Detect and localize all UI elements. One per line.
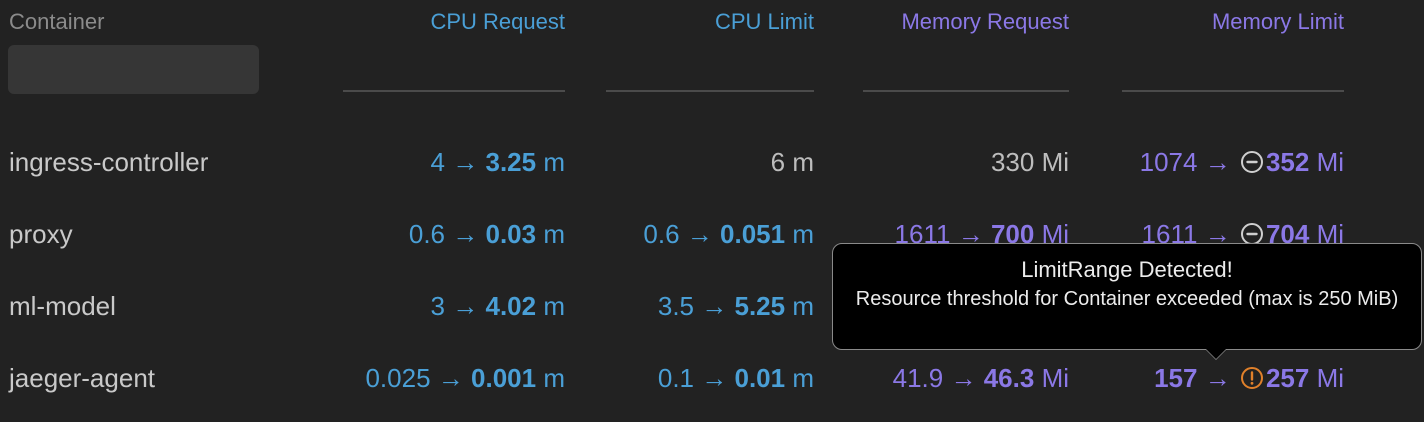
header-cpu-request[interactable]: CPU Request: [430, 9, 565, 35]
tooltip-arrow: [1206, 349, 1226, 359]
cpu-request-value: 0.6 → 0.03 m: [408, 219, 565, 249]
memory-request-value: 330 Mi: [990, 147, 1069, 177]
warning-circle-icon[interactable]: [1240, 366, 1264, 396]
tooltip-body: Resource threshold for Container exceede…: [855, 288, 1399, 310]
header-container[interactable]: Container: [9, 9, 104, 35]
memory-request-value: 41.9 → 46.3 Mi: [892, 363, 1069, 393]
header-memory-request[interactable]: Memory Request: [901, 9, 1069, 35]
resource-table: Container CPU Request CPU Limit Memory R…: [0, 0, 1424, 422]
row-name[interactable]: proxy: [9, 219, 73, 249]
cpu-limit-value: 3.5 → 5.25 m: [657, 291, 814, 321]
memory-request-filter[interactable]: [863, 90, 1069, 92]
cpu-request-value: 0.025 → 0.001 m: [365, 363, 565, 393]
cpu-limit-filter[interactable]: [606, 90, 814, 92]
row-name[interactable]: ingress-controller: [9, 147, 208, 177]
container-filter-input[interactable]: [8, 45, 259, 94]
tooltip-title: LimitRange Detected!: [1021, 257, 1233, 282]
memory-limit-value: 1074 → 352 Mi: [1140, 147, 1344, 180]
memory-limit-filter[interactable]: [1122, 90, 1344, 92]
memory-limit-value: 157 → 257 Mi: [1154, 363, 1344, 396]
row-name[interactable]: ml-model: [9, 291, 116, 321]
cpu-request-value: 4 → 3.25 m: [430, 147, 565, 177]
header-memory-limit[interactable]: Memory Limit: [1212, 9, 1344, 35]
cpu-request-value: 3 → 4.02 m: [430, 291, 565, 321]
cpu-request-filter[interactable]: [343, 90, 565, 92]
cpu-limit-value: 0.1 → 0.01 m: [657, 363, 814, 393]
limitrange-tooltip: LimitRange Detected! Resource threshold …: [832, 243, 1422, 350]
cpu-limit-value: 0.6 → 0.051 m: [643, 219, 814, 249]
minus-circle-icon[interactable]: [1240, 150, 1264, 180]
row-name[interactable]: jaeger-agent: [9, 363, 155, 393]
cpu-limit-value: 6 m: [770, 147, 814, 177]
header-cpu-limit[interactable]: CPU Limit: [715, 9, 814, 35]
